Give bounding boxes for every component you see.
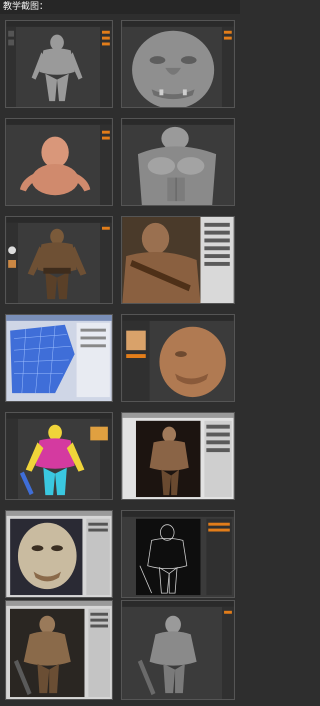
tutorial-screenshot-grid [0,0,240,706]
photoshop-canvas [122,217,234,303]
step-9-color-id-map[interactable] [5,412,113,500]
step-2-face-sculpt[interactable] [121,20,235,108]
step-11-face-detail[interactable] [5,510,113,598]
step-6-armor-closeup[interactable] [121,216,235,304]
step-4-muscle-detail[interactable] [121,118,235,206]
step-8-head-paint[interactable] [121,314,235,402]
zbrush-viewport [6,413,112,499]
uv-editor-viewport [6,315,112,401]
zbrush-viewport [122,511,234,597]
zbrush-viewport [6,217,112,303]
zbrush-viewport [122,21,234,107]
zbrush-viewport [122,119,234,205]
zbrush-viewport [6,21,112,107]
step-12-line-render[interactable] [121,510,235,598]
zbrush-viewport [6,119,112,205]
step-1-base-mesh[interactable] [5,20,113,108]
photoshop-canvas [6,601,112,699]
step-3-skin-block[interactable] [5,118,113,206]
step-13-final-color[interactable] [5,600,113,700]
photoshop-canvas [6,511,112,597]
step-14-final-gray[interactable] [121,600,235,700]
photoshop-canvas [122,413,234,499]
step-7-uv-layout[interactable] [5,314,113,402]
step-10-photoshop-composite[interactable] [121,412,235,500]
zbrush-viewport [122,601,234,699]
step-5-full-body-textured[interactable] [5,216,113,304]
zbrush-viewport [122,315,234,401]
